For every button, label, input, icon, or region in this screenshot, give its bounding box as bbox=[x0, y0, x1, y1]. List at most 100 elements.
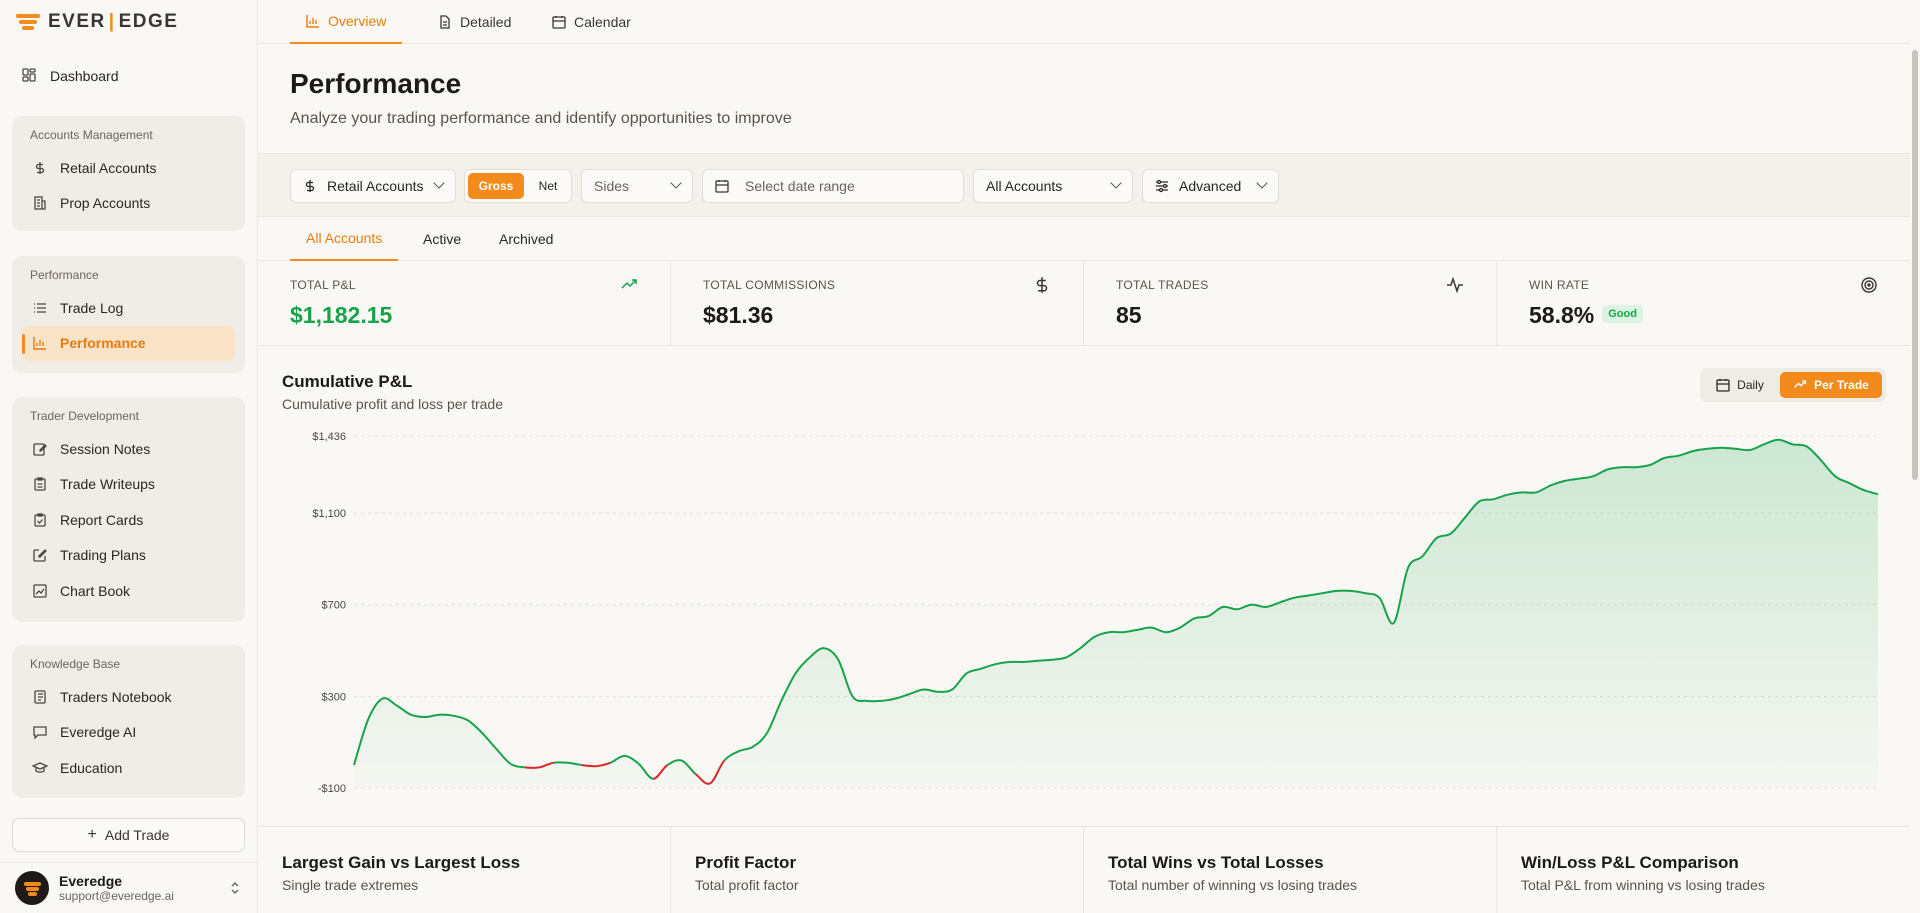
sliders-icon bbox=[1155, 179, 1169, 193]
dollar-icon bbox=[32, 160, 48, 176]
plus-icon: + bbox=[87, 826, 97, 843]
main-content: Overview Detailed Calendar Performance A… bbox=[258, 0, 1910, 913]
tab-detailed[interactable]: Detailed bbox=[428, 0, 521, 44]
sidebar-group-performance: Performance Trade Log Performance bbox=[12, 256, 245, 373]
user-name: Everedge bbox=[59, 873, 123, 889]
add-trade-label: Add Trade bbox=[104, 827, 170, 843]
card-profit-factor: Profit Factor Total profit factor bbox=[671, 827, 1084, 913]
card-wins-vs-losses: Total Wins vs Total Losses Total number … bbox=[1084, 827, 1497, 913]
accounts-select[interactable]: All Accounts bbox=[973, 169, 1133, 203]
gross-button[interactable]: Gross bbox=[468, 173, 524, 199]
chevron-down-icon bbox=[670, 177, 682, 189]
sidebar-item-label: Session Notes bbox=[60, 440, 151, 457]
trending-up-icon bbox=[620, 276, 638, 294]
sidebar-item-label: Education bbox=[60, 759, 123, 776]
sidebar-item-education[interactable]: Education bbox=[12, 750, 245, 786]
chat-bubble-icon bbox=[32, 724, 48, 740]
date-range-picker[interactable]: Select date range bbox=[702, 169, 964, 203]
sidebar-group-title: Performance bbox=[30, 268, 99, 282]
brand-logo[interactable]: EVER | EDGE bbox=[16, 10, 178, 34]
activity-icon bbox=[1446, 276, 1464, 294]
daily-button[interactable]: Daily bbox=[1704, 372, 1776, 398]
sidebar-item-chart-book[interactable]: Chart Book bbox=[12, 573, 245, 609]
sidebar-item-trade-writeups[interactable]: Trade Writeups bbox=[12, 467, 245, 503]
sidebar-item-report-cards[interactable]: Report Cards bbox=[12, 502, 245, 538]
sidebar-item-dashboard[interactable]: Dashboard bbox=[12, 62, 244, 90]
stat-value: 58.8% Good bbox=[1529, 302, 1643, 329]
sidebar-item-performance[interactable]: Performance bbox=[22, 325, 235, 361]
win-rate-value: 58.8% bbox=[1529, 302, 1595, 328]
sidebar-item-label: Dashboard bbox=[50, 68, 119, 84]
card-subtitle: Single trade extremes bbox=[282, 877, 419, 893]
stat-total-pnl: Total P&L $1,182.15 bbox=[258, 262, 671, 346]
card-subtitle: Total profit factor bbox=[695, 877, 799, 893]
sidebar-group-trader-development: Trader Development Session Notes Trade W… bbox=[12, 397, 245, 622]
y-tick-label: $300 bbox=[322, 691, 346, 703]
bottom-cards: Largest Gain vs Largest Loss Single trad… bbox=[258, 826, 1910, 913]
page-title: Performance bbox=[290, 68, 462, 99]
dollar-icon bbox=[303, 179, 317, 193]
advanced-filters-button[interactable]: Advanced bbox=[1142, 169, 1279, 203]
chart-subtitle: Cumulative profit and loss per trade bbox=[282, 396, 503, 412]
dashboard-icon bbox=[22, 68, 38, 84]
sidebar-item-prop-accounts[interactable]: Prop Accounts bbox=[12, 186, 245, 222]
y-tick-label: $700 bbox=[322, 600, 346, 612]
y-tick-label: $1,100 bbox=[312, 508, 346, 520]
sides-select[interactable]: Sides bbox=[581, 169, 693, 203]
page-scrollbar[interactable] bbox=[1910, 44, 1920, 913]
sidebar-item-traders-notebook[interactable]: Traders Notebook bbox=[12, 679, 245, 715]
user-menu[interactable]: Everedge support@everedge.ai bbox=[0, 862, 258, 913]
tab-label: Calendar bbox=[574, 14, 631, 30]
chart-mode-toggle: Daily Per Trade bbox=[1700, 368, 1886, 402]
chevron-down-icon bbox=[1256, 177, 1268, 189]
add-trade-button[interactable]: + Add Trade bbox=[12, 818, 245, 852]
sidebar-item-session-notes[interactable]: Session Notes bbox=[12, 431, 245, 467]
stats-row: Total P&L $1,182.15 Total Commissions $8… bbox=[258, 262, 1910, 346]
per-trade-button[interactable]: Per Trade bbox=[1780, 372, 1882, 398]
tab-all-accounts[interactable]: All Accounts bbox=[290, 217, 399, 261]
per-trade-label: Per Trade bbox=[1814, 378, 1869, 392]
filter-bar: Retail Accounts Gross Net Sides Select d… bbox=[258, 153, 1910, 217]
logo-mark-icon bbox=[16, 13, 42, 31]
logo-text: EVER | EDGE bbox=[48, 11, 179, 32]
chevron-down-icon bbox=[1110, 177, 1122, 189]
chart-title: Cumulative P&L bbox=[282, 372, 413, 391]
account-type-select[interactable]: Retail Accounts bbox=[290, 169, 456, 203]
card-subtitle: Total number of winning vs losing trades bbox=[1108, 877, 1358, 893]
tab-calendar[interactable]: Calendar bbox=[542, 0, 641, 44]
clipboard-icon bbox=[32, 476, 48, 492]
card-subtitle: Total P&L from winning vs losing trades bbox=[1521, 877, 1765, 893]
select-value: Sides bbox=[594, 178, 630, 194]
sidebar-item-everedge-ai[interactable]: Everedge AI bbox=[12, 715, 245, 751]
clipboard-check-icon bbox=[32, 512, 48, 528]
sidebar-item-label: Everedge AI bbox=[60, 724, 137, 741]
sidebar-item-label: Trade Log bbox=[60, 299, 124, 316]
sidebar-item-retail-accounts[interactable]: Retail Accounts bbox=[12, 150, 245, 186]
avatar bbox=[15, 871, 49, 905]
net-button[interactable]: Net bbox=[527, 173, 569, 199]
sidebar-item-label: Traders Notebook bbox=[60, 688, 172, 705]
tab-overview[interactable]: Overview bbox=[290, 0, 403, 44]
y-tick-label: $1,436 bbox=[312, 431, 346, 443]
scrollbar-thumb[interactable] bbox=[1912, 50, 1918, 480]
stat-total-commissions: Total Commissions $81.36 bbox=[671, 262, 1084, 346]
sidebar-item-label: Chart Book bbox=[60, 582, 131, 599]
tab-archived[interactable]: Archived bbox=[483, 217, 569, 261]
calendar-icon bbox=[715, 179, 729, 193]
stat-label: Total Trades bbox=[1116, 278, 1209, 292]
pnl-area bbox=[354, 439, 1878, 788]
bar-chart-icon bbox=[306, 14, 320, 28]
tab-active[interactable]: Active bbox=[407, 217, 477, 261]
account-status-tabs: All Accounts Active Archived bbox=[258, 217, 1910, 261]
sidebar-item-trading-plans[interactable]: Trading Plans bbox=[12, 538, 245, 574]
trending-up-icon bbox=[1793, 378, 1807, 392]
target-icon bbox=[1860, 276, 1878, 294]
gross-net-toggle: Gross Net bbox=[464, 169, 572, 203]
tab-label: Overview bbox=[328, 13, 387, 29]
sidebar-item-trade-log[interactable]: Trade Log bbox=[12, 290, 245, 326]
sidebar-group-knowledge-base: Knowledge Base Traders Notebook Everedge… bbox=[12, 645, 245, 798]
stat-value: $81.36 bbox=[703, 302, 774, 328]
sidebar-group-accounts: Accounts Management Retail Accounts Prop… bbox=[12, 116, 245, 231]
image-chart-icon bbox=[32, 583, 48, 599]
sidebar: EVER | EDGE Dashboard Accounts Management … bbox=[0, 0, 258, 913]
